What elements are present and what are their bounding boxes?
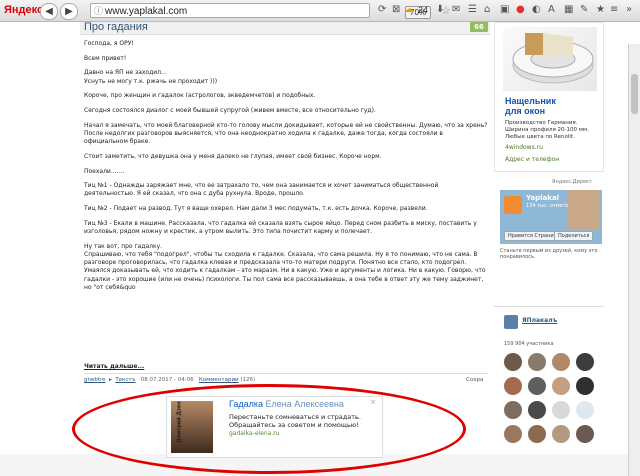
vk-group-name[interactable]: ЯПлакалъ (522, 317, 557, 324)
mail-icon[interactable]: ✉ (452, 4, 460, 15)
weather-icon[interactable]: ☁ (404, 4, 414, 15)
member-avatar[interactable] (552, 401, 570, 419)
post-paragraph: Стоит заметить, что девушка она у меня д… (84, 152, 382, 160)
ad-site-link[interactable]: 4windows.ru (505, 144, 543, 151)
member-avatar[interactable] (528, 401, 546, 419)
post-paragraph: Поехали....... (84, 167, 125, 175)
member-avatar[interactable] (504, 377, 522, 395)
facebook-widget[interactable]: Yaplakal 134 тыс. отметок Нравится Стран… (500, 190, 602, 244)
sync-icon[interactable]: ◐ (532, 4, 541, 15)
info-icon[interactable]: ⓘ (94, 4, 103, 19)
home-icon[interactable]: ⌂ (484, 4, 490, 15)
member-avatar[interactable] (528, 353, 546, 371)
url-text: www.yaplakal.com (105, 6, 188, 17)
overflow-icon[interactable]: » (626, 4, 632, 15)
yandex-direct-label[interactable]: Яндекс.Директ (552, 179, 592, 185)
post-date: 08.07.2017 - 04:06 (140, 377, 194, 383)
bookmarks-icon[interactable]: ☰ (468, 4, 477, 15)
yandex-logo[interactable]: Яндекс (4, 4, 43, 16)
post-paragraph: Тиц №1 - Однажды заряжает мне, что ее за… (84, 182, 439, 198)
scrollbar[interactable] (628, 44, 640, 476)
member-avatar[interactable] (576, 425, 594, 443)
member-avatar[interactable] (528, 377, 546, 395)
fb-page-name[interactable]: Yaplakal (526, 194, 559, 202)
refresh-icon[interactable]: ⟳ (378, 4, 386, 15)
member-avatar[interactable] (504, 353, 522, 371)
ad-heading-line: для окон (505, 106, 545, 116)
ad-text: Производство Германия. Ширина профиля 20… (505, 120, 589, 140)
forward-icon[interactable]: ▶ (60, 3, 78, 20)
post-paragraph: Тиц №3 - Екали в машине. Рассказала, что… (84, 219, 477, 236)
back-icon[interactable]: ◀ (40, 3, 58, 20)
post-paragraph: Начал я замечать, что моей благоверной к… (84, 121, 488, 146)
read-more-link[interactable]: Читать дальше... (84, 363, 144, 370)
comments-link[interactable]: Комментарии (199, 377, 239, 383)
translate-icon[interactable]: A (548, 4, 555, 15)
extension-icon[interactable]: ▣ (500, 4, 509, 15)
vk-member-count: 159 904 участника (504, 341, 554, 347)
rating-badge: 66 (470, 22, 488, 32)
post-paragraph: Всем привет! (84, 54, 127, 62)
notes-icon[interactable]: ✎ (580, 4, 588, 15)
ad-heading-line: Нащельник (505, 96, 556, 106)
screenshot-icon[interactable]: ▦ (564, 4, 573, 15)
post-paragraph: Тиц №2 - Подает на развод. Тут я ваще ох… (84, 205, 428, 213)
lock-icon[interactable]: ⊠ (392, 4, 400, 15)
ad-heading[interactable]: Нащельник для окон (505, 96, 556, 116)
fb-friends-text: Станьте первым из друзей, кому это понра… (500, 248, 598, 260)
member-avatar[interactable] (528, 425, 546, 443)
post-title[interactable]: Про гадания (84, 21, 148, 33)
post-paragraph: Господа, я ОРУ! (84, 40, 134, 47)
comments-count: (126) (240, 377, 256, 383)
member-avatar[interactable] (576, 401, 594, 419)
fb-share-button[interactable]: Поделиться (554, 231, 594, 241)
post-paragraph: Уснуть не могу т.к. ржачь не проходит ))… (84, 77, 218, 85)
member-avatar[interactable] (504, 401, 522, 419)
star-icon[interactable]: ★ (596, 4, 605, 15)
vk-widget: ЯПлакалъ 159 904 участника (494, 306, 604, 455)
address-bar[interactable]: ⓘ www.yaplakal.com 70% ☆ (90, 3, 451, 19)
member-avatar[interactable] (576, 377, 594, 395)
section-link[interactable]: Текстъ (115, 377, 135, 383)
fb-cover-image (568, 190, 600, 230)
browser-toolbar: Яндекс ◀ ▶ ⓘ www.yaplakal.com 70% ☆ ⟳ ⊠ … (0, 0, 640, 22)
post-body: Господа, я ОРУ! Всем привет! Давно на ЯП… (84, 40, 488, 298)
post-paragraph: Давно на ЯП не заходил... (84, 69, 167, 77)
adblock-icon[interactable]: ● (516, 4, 525, 15)
author-link[interactable]: gnebtre (84, 377, 106, 383)
sidebar-ad[interactable]: Нащельник для окон Производство Германия… (494, 22, 604, 172)
page-avatar[interactable] (504, 196, 522, 214)
menu-icon[interactable]: ≡ (610, 4, 618, 15)
post-paragraph: Умаялся доказывать ей, что ходить к гада… (84, 267, 486, 291)
vk-group-avatar[interactable] (504, 315, 518, 329)
post-paragraph: Короче, про женщин и гадалок (астрологов… (84, 92, 316, 100)
divider (84, 373, 488, 374)
post-paragraph: Ну так вот, про гадалку. (84, 242, 163, 250)
member-avatar[interactable] (552, 353, 570, 371)
page-content: Про гадания 66 Господа, я ОРУ! Всем прив… (0, 21, 640, 476)
save-link[interactable]: Сохра (466, 377, 483, 383)
post-paragraph: Спрашиваю, что тебя "подогрел", чтобы ты… (84, 250, 478, 267)
scrollbar-thumb[interactable] (631, 74, 638, 114)
sidebar: Нащельник для окон Производство Германия… (494, 22, 604, 454)
member-avatar[interactable] (504, 425, 522, 443)
vk-members-grid (504, 353, 600, 443)
temperature: 24 (418, 5, 429, 15)
fb-followers: 134 тыс. отметок (526, 203, 572, 209)
post-paragraph: Сегодня состоялся диалог с моей бывшей с… (84, 107, 376, 115)
highlight-ellipse (72, 384, 466, 474)
member-avatar[interactable] (576, 353, 594, 371)
member-avatar[interactable] (552, 425, 570, 443)
ad-address-link[interactable]: Адрес и телефон (505, 156, 559, 163)
download-icon[interactable]: ⬇ (436, 4, 444, 15)
post-meta: gnebtre ▸ Текстъ 08.07.2017 - 04:06 Комм… (84, 377, 256, 383)
ad-product-image[interactable] (503, 27, 597, 91)
member-avatar[interactable] (552, 377, 570, 395)
